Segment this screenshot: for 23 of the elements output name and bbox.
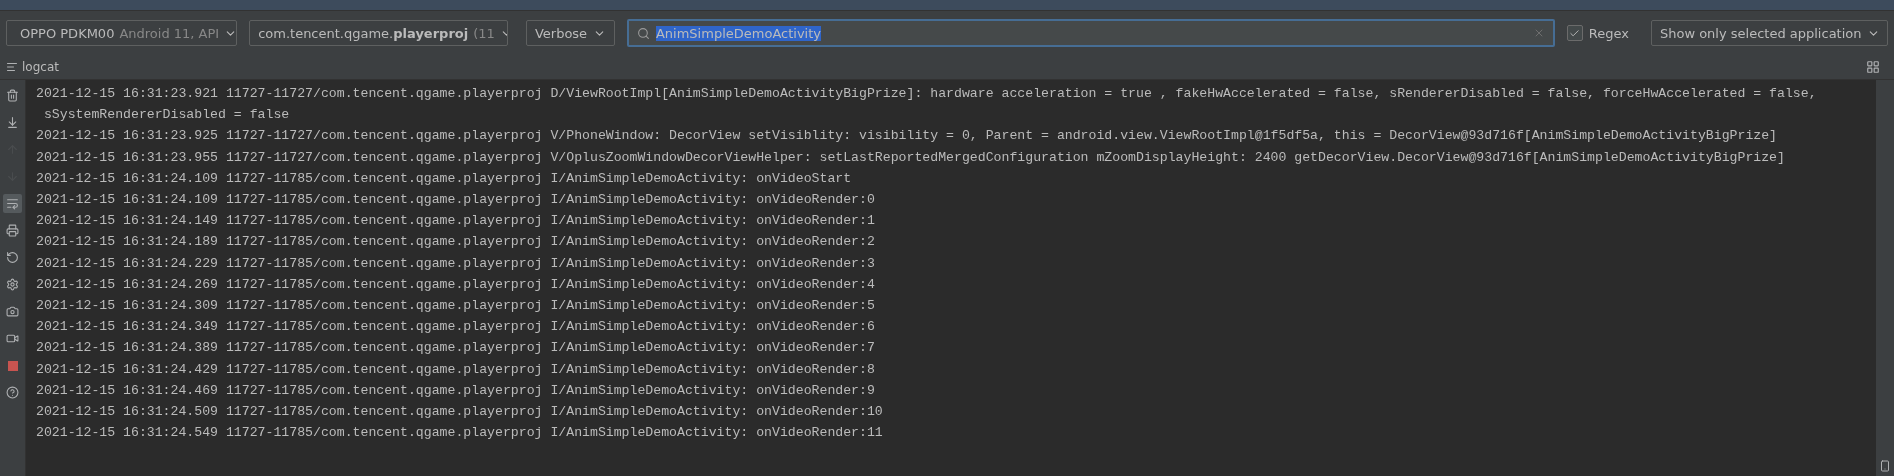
log-line: 2021-12-15 16:31:24.109 11727-11785/com.tencent.qgame.playerproj I/AnimSimpleDemoActivity: onVideoStart <box>36 169 853 188</box>
log-line: 2021-12-15 16:31:24.389 11727-11785/com.tencent.qgame.playerproj I/AnimSimpleDemoActivity: onVideoRender:7 <box>36 339 876 358</box>
device-dropdown[interactable]: OPPO PDKM00 Android 11, API <box>6 20 238 46</box>
log-line: 2021-12-15 16:31:24.109 11727-11785/com.tencent.qgame.playerproj I/AnimSimpleDemoActivity: onVideoRender:0 <box>36 191 876 209</box>
filter-dropdown[interactable]: Show only selected application <box>1650 20 1888 46</box>
log-line: 2021-12-15 16:31:24.549 11727-11785/com.tencent.qgame.playerproj I/AnimSimpleDemoActivity: onVideoRender:11 <box>36 424 884 443</box>
log-level-dropdown[interactable]: Verbose <box>525 20 615 46</box>
process-dropdown[interactable]: com.tencent.qgame.playerproj (11 <box>249 20 508 46</box>
log-line: 2021-12-15 16:31:24.229 11727-11785/com.tencent.qgame.playerproj I/AnimSimpleDemoActivity: onVideoRender:3 <box>36 254 876 273</box>
log-line: 2021-12-15 16:31:23.921 11727-11727/com.tencent.qgame.playerproj D/ViewRootImpl[AnimSimpleDemoActivityBigPrize]: hardware acceleration = true , fakeHwAccelerated = false, sRendererDisabled = false, forceHwAccelerated = false, sSystemRendererDisabled = false <box>36 85 1818 125</box>
log-line: 2021-12-15 16:31:23.955 11727-11727/com.tencent.qgame.playerproj V/OplusZoomWindowDecorViewHelper: setLastReportedMergedConfiguration mZoomDisplayHeight: 2400 getDecorView.DecorView@93d716f[AnimSimpleDemoActivityBigPrize] <box>36 148 1786 167</box>
log-line: 2021-12-15 16:31:24.509 11727-11785/com.tencent.qgame.playerproj I/AnimSimpleDemoActivity: onVideoRender:10 <box>36 403 884 422</box>
log-line: 2021-12-15 16:31:24.349 11727-11785/com.tencent.qgame.playerproj I/AnimSimpleDemoActivity: onVideoRender:6 <box>36 318 876 337</box>
log-line: 2021-12-15 16:31:24.429 11727-11785/com.tencent.qgame.playerproj I/AnimSimpleDemoActivity: onVideoRender:8 <box>36 360 876 379</box>
log-line: 2021-12-15 16:31:23.925 11727-11727/com.tencent.qgame.playerproj V/PhoneWindow: DecorView setVisiblity: visibility = 0, Parent = android.view.ViewRootImpl@1f5df5a, this = DecorView@93d716f[AnimSimpleDemoActivityBigPrize] <box>36 127 1779 146</box>
log-line: 2021-12-15 16:31:24.189 11727-11785/com.tencent.qgame.playerproj I/AnimSimpleDemoActivity: onVideoRender:2 <box>36 233 876 252</box>
log-line: 2021-12-15 16:31:24.309 11727-11785/com.tencent.qgame.playerproj I/AnimSimpleDemoActivity: onVideoRender:5 <box>36 297 876 316</box>
log-line: 2021-12-15 16:31:24.469 11727-11785/com.tencent.qgame.playerproj I/AnimSimpleDemoActivity: onVideoRender:9 <box>36 381 876 400</box>
logcat-tab[interactable]: logcat <box>22 60 59 74</box>
log-line: 2021-12-15 16:31:24.149 11727-11785/com.tencent.qgame.playerproj I/AnimSimpleDemoActivity: onVideoRender:1 <box>36 212 876 231</box>
regex-label: Regex <box>1588 25 1629 41</box>
log-line: 2021-12-15 16:31:24.269 11727-11785/com.tencent.qgame.playerproj I/AnimSimpleDemoActivity: onVideoRender:4 <box>36 275 876 294</box>
search-field[interactable]: AnimSimpleDemoActivity <box>626 19 1555 47</box>
